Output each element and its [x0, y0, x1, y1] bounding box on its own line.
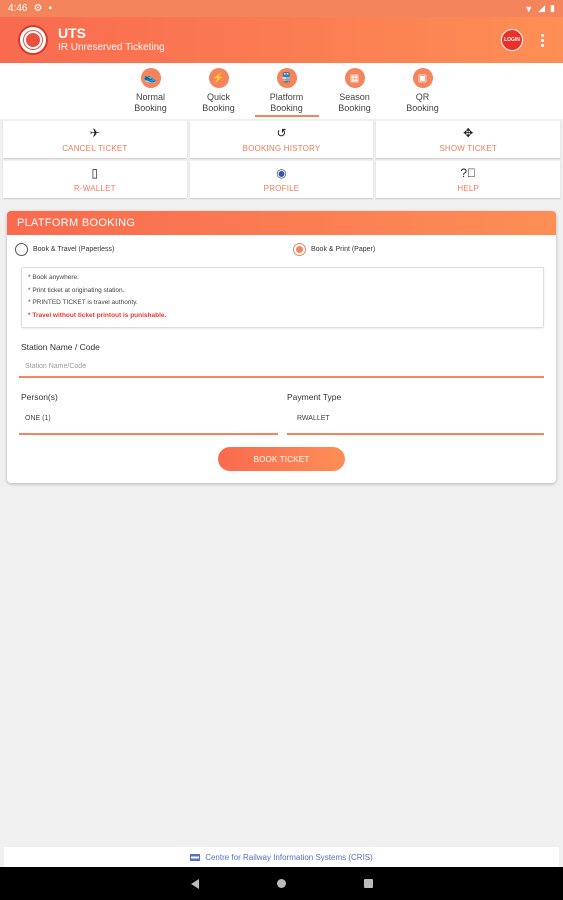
r-wallet-button[interactable]: ▯ R-WALLET [3, 161, 187, 198]
tab-platform-booking[interactable]: 🚆 Platform Booking [253, 63, 321, 119]
paperless-radio[interactable]: Book & Travel (Paperless) [15, 243, 114, 256]
station-label: Station Name / Code [21, 342, 100, 352]
paper-label: Book & Print (Paper) [311, 246, 376, 253]
footer: Centre for Railway Information Systems (… [4, 847, 559, 867]
action-label: HELP [457, 183, 480, 193]
booking-notes: * Book anywhere. * Print ticket at origi… [21, 267, 544, 328]
notification-icon: ▪ [48, 3, 52, 14]
cancel-ticket-button[interactable]: ✈ CANCEL TICKET [3, 121, 187, 158]
booking-history-button[interactable]: ↺ BOOKING HISTORY [189, 121, 374, 158]
app-subtitle: IR Unreserved Ticketing [58, 42, 165, 53]
booking-mode-options: Book & Travel (Paperless) Book & Print (… [7, 235, 556, 265]
app-bar: UTS IR Unreserved Ticketing LOGIN [0, 17, 563, 63]
paperless-label: Book & Travel (Paperless) [33, 246, 115, 253]
card-title: PLATFORM BOOKING [7, 211, 556, 235]
cancel-ticket-icon: ✈ [89, 125, 100, 140]
tab-label: Quick Booking [202, 92, 235, 113]
home-icon[interactable] [276, 879, 286, 888]
payment-label: Payment Type [287, 392, 342, 402]
station-underline [19, 376, 544, 378]
help-button[interactable]: ?⃝ HELP [376, 161, 560, 198]
radio-unchecked-icon [15, 243, 28, 256]
system-nav-bar [0, 867, 563, 900]
action-label: R-WALLET [73, 183, 116, 193]
show-ticket-icon: ✥ [463, 125, 474, 140]
tab-label: QR Booking [406, 92, 439, 113]
status-time: 4:46 [8, 3, 28, 14]
settings-icon: ⚙ [33, 3, 43, 14]
tab-label: Platform Booking [269, 92, 304, 113]
season-ticket-icon: ▦ [344, 68, 365, 88]
profile-button[interactable]: ◉ PROFILE [189, 161, 374, 198]
wifi-icon: ▼ [524, 3, 534, 14]
book-ticket-button[interactable]: BOOK TICKET [218, 447, 345, 471]
indian-railways-logo-icon [18, 25, 48, 55]
shoe-icon: 👟 [140, 68, 161, 88]
show-ticket-button[interactable]: ✥ SHOW TICKET [376, 121, 560, 158]
persons-select[interactable]: ONE (1) [25, 415, 277, 422]
back-icon[interactable] [190, 878, 199, 889]
lightning-icon: ⚡ [208, 68, 229, 88]
radio-checked-icon [293, 243, 306, 256]
action-label: PROFILE [263, 183, 300, 193]
warning-note: * Travel without ticket printout is puni… [28, 311, 167, 319]
footer-text[interactable]: Centre for Railway Information Systems (… [205, 853, 373, 862]
wallet-icon: ▯ [91, 165, 99, 180]
qr-icon: ▣ [412, 68, 433, 88]
train-icon: 🚆 [276, 68, 297, 88]
booking-tabs: 👟 Normal Booking ⚡ Quick Booking 🚆 Platf… [0, 63, 563, 119]
persons-underline [19, 433, 278, 435]
app-title: UTS [58, 25, 86, 41]
help-icon: ?⃝ [460, 165, 476, 180]
tab-quick-booking[interactable]: ⚡ Quick Booking [185, 63, 253, 119]
platform-booking-card: PLATFORM BOOKING Book & Travel (Paperles… [7, 211, 556, 483]
note-line: * PRINTED TICKET is travel authority. [28, 299, 138, 306]
tab-normal-booking[interactable]: 👟 Normal Booking [117, 63, 185, 119]
tab-season-booking[interactable]: ▦ Season Booking [321, 63, 389, 119]
tab-label: Normal Booking [134, 92, 167, 113]
tab-qr-booking[interactable]: ▣ QR Booking [389, 63, 457, 119]
action-label: CANCEL TICKET [62, 143, 128, 153]
cris-logo-icon [190, 853, 201, 861]
recents-icon[interactable] [363, 879, 373, 888]
tab-label: Season Booking [338, 92, 371, 113]
login-button[interactable]: LOGIN [501, 29, 523, 51]
note-line: * Book anywhere. [28, 274, 79, 281]
app-titles: UTS IR Unreserved Ticketing [58, 26, 165, 54]
battery-icon: ▮ [550, 3, 555, 13]
history-icon: ↺ [276, 125, 287, 140]
payment-select[interactable]: RWALLET [297, 415, 543, 422]
payment-underline [287, 433, 544, 435]
signal-icon: ◢ [538, 3, 546, 13]
status-bar: 4:46 ⚙ ▪ ▼ ◢ ▮ [0, 0, 563, 17]
profile-icon: ◉ [276, 165, 287, 180]
action-label: SHOW TICKET [439, 143, 497, 153]
station-input[interactable]: Station Name/Code [25, 363, 543, 370]
overflow-menu-icon[interactable] [541, 33, 545, 47]
note-line: * Print ticket at originating station. [28, 286, 125, 294]
action-grid: ✈ CANCEL TICKET ↺ BOOKING HISTORY ✥ SHOW… [3, 121, 560, 198]
paper-radio[interactable]: Book & Print (Paper) [293, 243, 375, 256]
action-label: BOOKING HISTORY [242, 143, 321, 153]
persons-label: Person(s) [21, 392, 58, 402]
